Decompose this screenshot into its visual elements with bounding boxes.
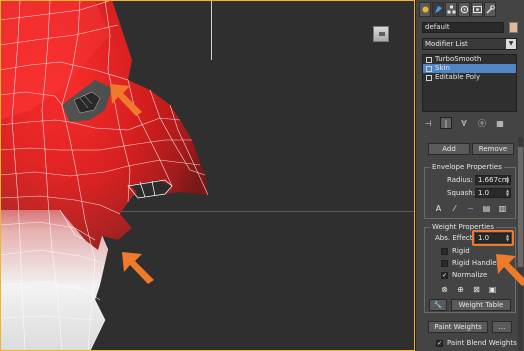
display-tab[interactable] <box>471 2 483 17</box>
squash-value: 1.0 <box>478 189 490 197</box>
hierarchy-tab[interactable] <box>445 2 457 17</box>
normalize-label: Normalize <box>452 271 488 279</box>
wrench-icon: 🔧 <box>433 301 443 309</box>
chevron-down-icon: ▼ <box>506 39 516 49</box>
stack-item-label: Editable Poly <box>435 73 481 81</box>
exclude-verts-icon[interactable]: ⊗ <box>439 284 450 295</box>
radius-spinner[interactable]: 1.667cm ▲ ▼ <box>475 175 511 185</box>
squash-label: Squash: <box>447 189 476 197</box>
spinner-arrows-icon[interactable]: ▲ ▼ <box>505 176 510 184</box>
falloff-icon[interactable]: ∽ <box>465 203 476 214</box>
scrollbar-thumb[interactable] <box>518 147 523 267</box>
abs-effect-highlight <box>472 230 514 246</box>
head-mesh[interactable] <box>0 0 415 351</box>
motion-tab[interactable] <box>458 2 470 17</box>
envelope-tools-row: A ⁄ ∽ ▤ ▥ <box>433 203 508 214</box>
modify-icon <box>434 6 442 13</box>
rigid-label: Rigid <box>452 247 470 255</box>
paint-options-button[interactable]: ... <box>492 321 512 333</box>
stack-item-editable-poly[interactable]: Editable Poly <box>423 73 516 82</box>
object-name-field[interactable]: default <box>422 22 504 33</box>
paint-weights-button[interactable]: Paint Weights <box>428 321 488 333</box>
modify-tab[interactable] <box>432 2 444 17</box>
paste-envelope-icon[interactable]: ▥ <box>497 203 508 214</box>
paint-blend-weights-label: Paint Blend Weights <box>447 339 517 347</box>
envelope-properties-group: Envelope Properties Radius: 1.667cm ▲ ▼ S… <box>424 163 516 219</box>
utilities-tab[interactable] <box>484 2 496 17</box>
skin-rollouts: Add Remove Envelope Properties Radius: 1… <box>422 137 519 351</box>
create-icon <box>422 6 428 13</box>
stack-item-turbosmooth[interactable]: TurboSmooth <box>423 55 516 64</box>
normalize-checkbox[interactable]: ✓ <box>441 272 448 279</box>
rigid-handles-label: Rigid Handles <box>452 259 501 267</box>
perspective-viewport[interactable] <box>0 0 415 351</box>
stack-toolbar: ⊣ | ∀ ⓞ ▦ <box>422 117 522 129</box>
modifier-stack: TurboSmooth Skin Editable Poly <box>422 54 517 112</box>
rigid-handles-checkbox[interactable] <box>441 260 448 267</box>
modifier-list-dropdown[interactable]: Modifier List ▼ <box>422 38 517 50</box>
motion-icon <box>460 5 468 14</box>
viewcube-icon[interactable] <box>373 26 389 42</box>
copy-envelope-icon[interactable]: ▤ <box>481 203 492 214</box>
configure-modifier-sets-icon[interactable]: ▦ <box>494 117 506 129</box>
squash-spinner[interactable]: 1.0 ▲ ▼ <box>475 188 511 198</box>
lightbulb-icon[interactable] <box>426 65 432 72</box>
rigid-checkbox[interactable] <box>441 248 448 255</box>
utilities-icon <box>486 5 495 14</box>
abs-effect-label: Abs. Effect: <box>435 234 475 242</box>
stack-item-skin[interactable]: Skin <box>423 64 516 73</box>
callout-arrow-icon <box>110 84 142 116</box>
include-verts-icon[interactable]: ⊕ <box>455 284 466 295</box>
spinner-arrows-icon[interactable]: ▲ ▼ <box>505 189 510 197</box>
paint-blend-weights-checkbox[interactable]: ✓ <box>436 340 443 347</box>
panel-scrollbar[interactable] <box>518 137 523 351</box>
weight-tools-row: ⊗ ⊕ ⊠ ▣ <box>439 284 498 295</box>
callout-arrow-icon <box>122 252 154 284</box>
make-unique-icon[interactable]: ∀ <box>458 117 470 129</box>
envelope-visibility-icon[interactable]: ⁄ <box>449 203 460 214</box>
stack-item-label: Skin <box>435 64 450 72</box>
object-color-swatch[interactable] <box>509 22 518 33</box>
radius-label: Radius: <box>447 176 473 184</box>
command-panel-tabs <box>419 2 523 18</box>
weight-tool-button[interactable]: 🔧 <box>429 299 447 311</box>
show-end-result-icon[interactable]: | <box>440 117 452 129</box>
add-bone-button[interactable]: Add <box>428 143 470 155</box>
callout-arrow-icon <box>496 254 524 286</box>
pin-stack-icon[interactable]: ⊣ <box>422 117 434 129</box>
absolute-envelope-icon[interactable]: A <box>433 203 444 214</box>
remove-modifier-icon[interactable]: ⓞ <box>476 117 488 129</box>
display-icon <box>472 6 482 13</box>
modifier-list-label: Modifier List <box>425 40 468 48</box>
remove-bone-button[interactable]: Remove <box>472 143 514 155</box>
object-icon <box>426 74 432 81</box>
weight-table-button[interactable]: Weight Table <box>451 299 511 311</box>
envelope-properties-title: Envelope Properties <box>430 163 504 172</box>
stack-item-label: TurboSmooth <box>435 55 482 63</box>
lightbulb-icon[interactable] <box>426 56 432 63</box>
hierarchy-icon <box>447 5 455 14</box>
select-excluded-icon[interactable]: ⊠ <box>471 284 482 295</box>
create-tab[interactable] <box>419 2 431 17</box>
